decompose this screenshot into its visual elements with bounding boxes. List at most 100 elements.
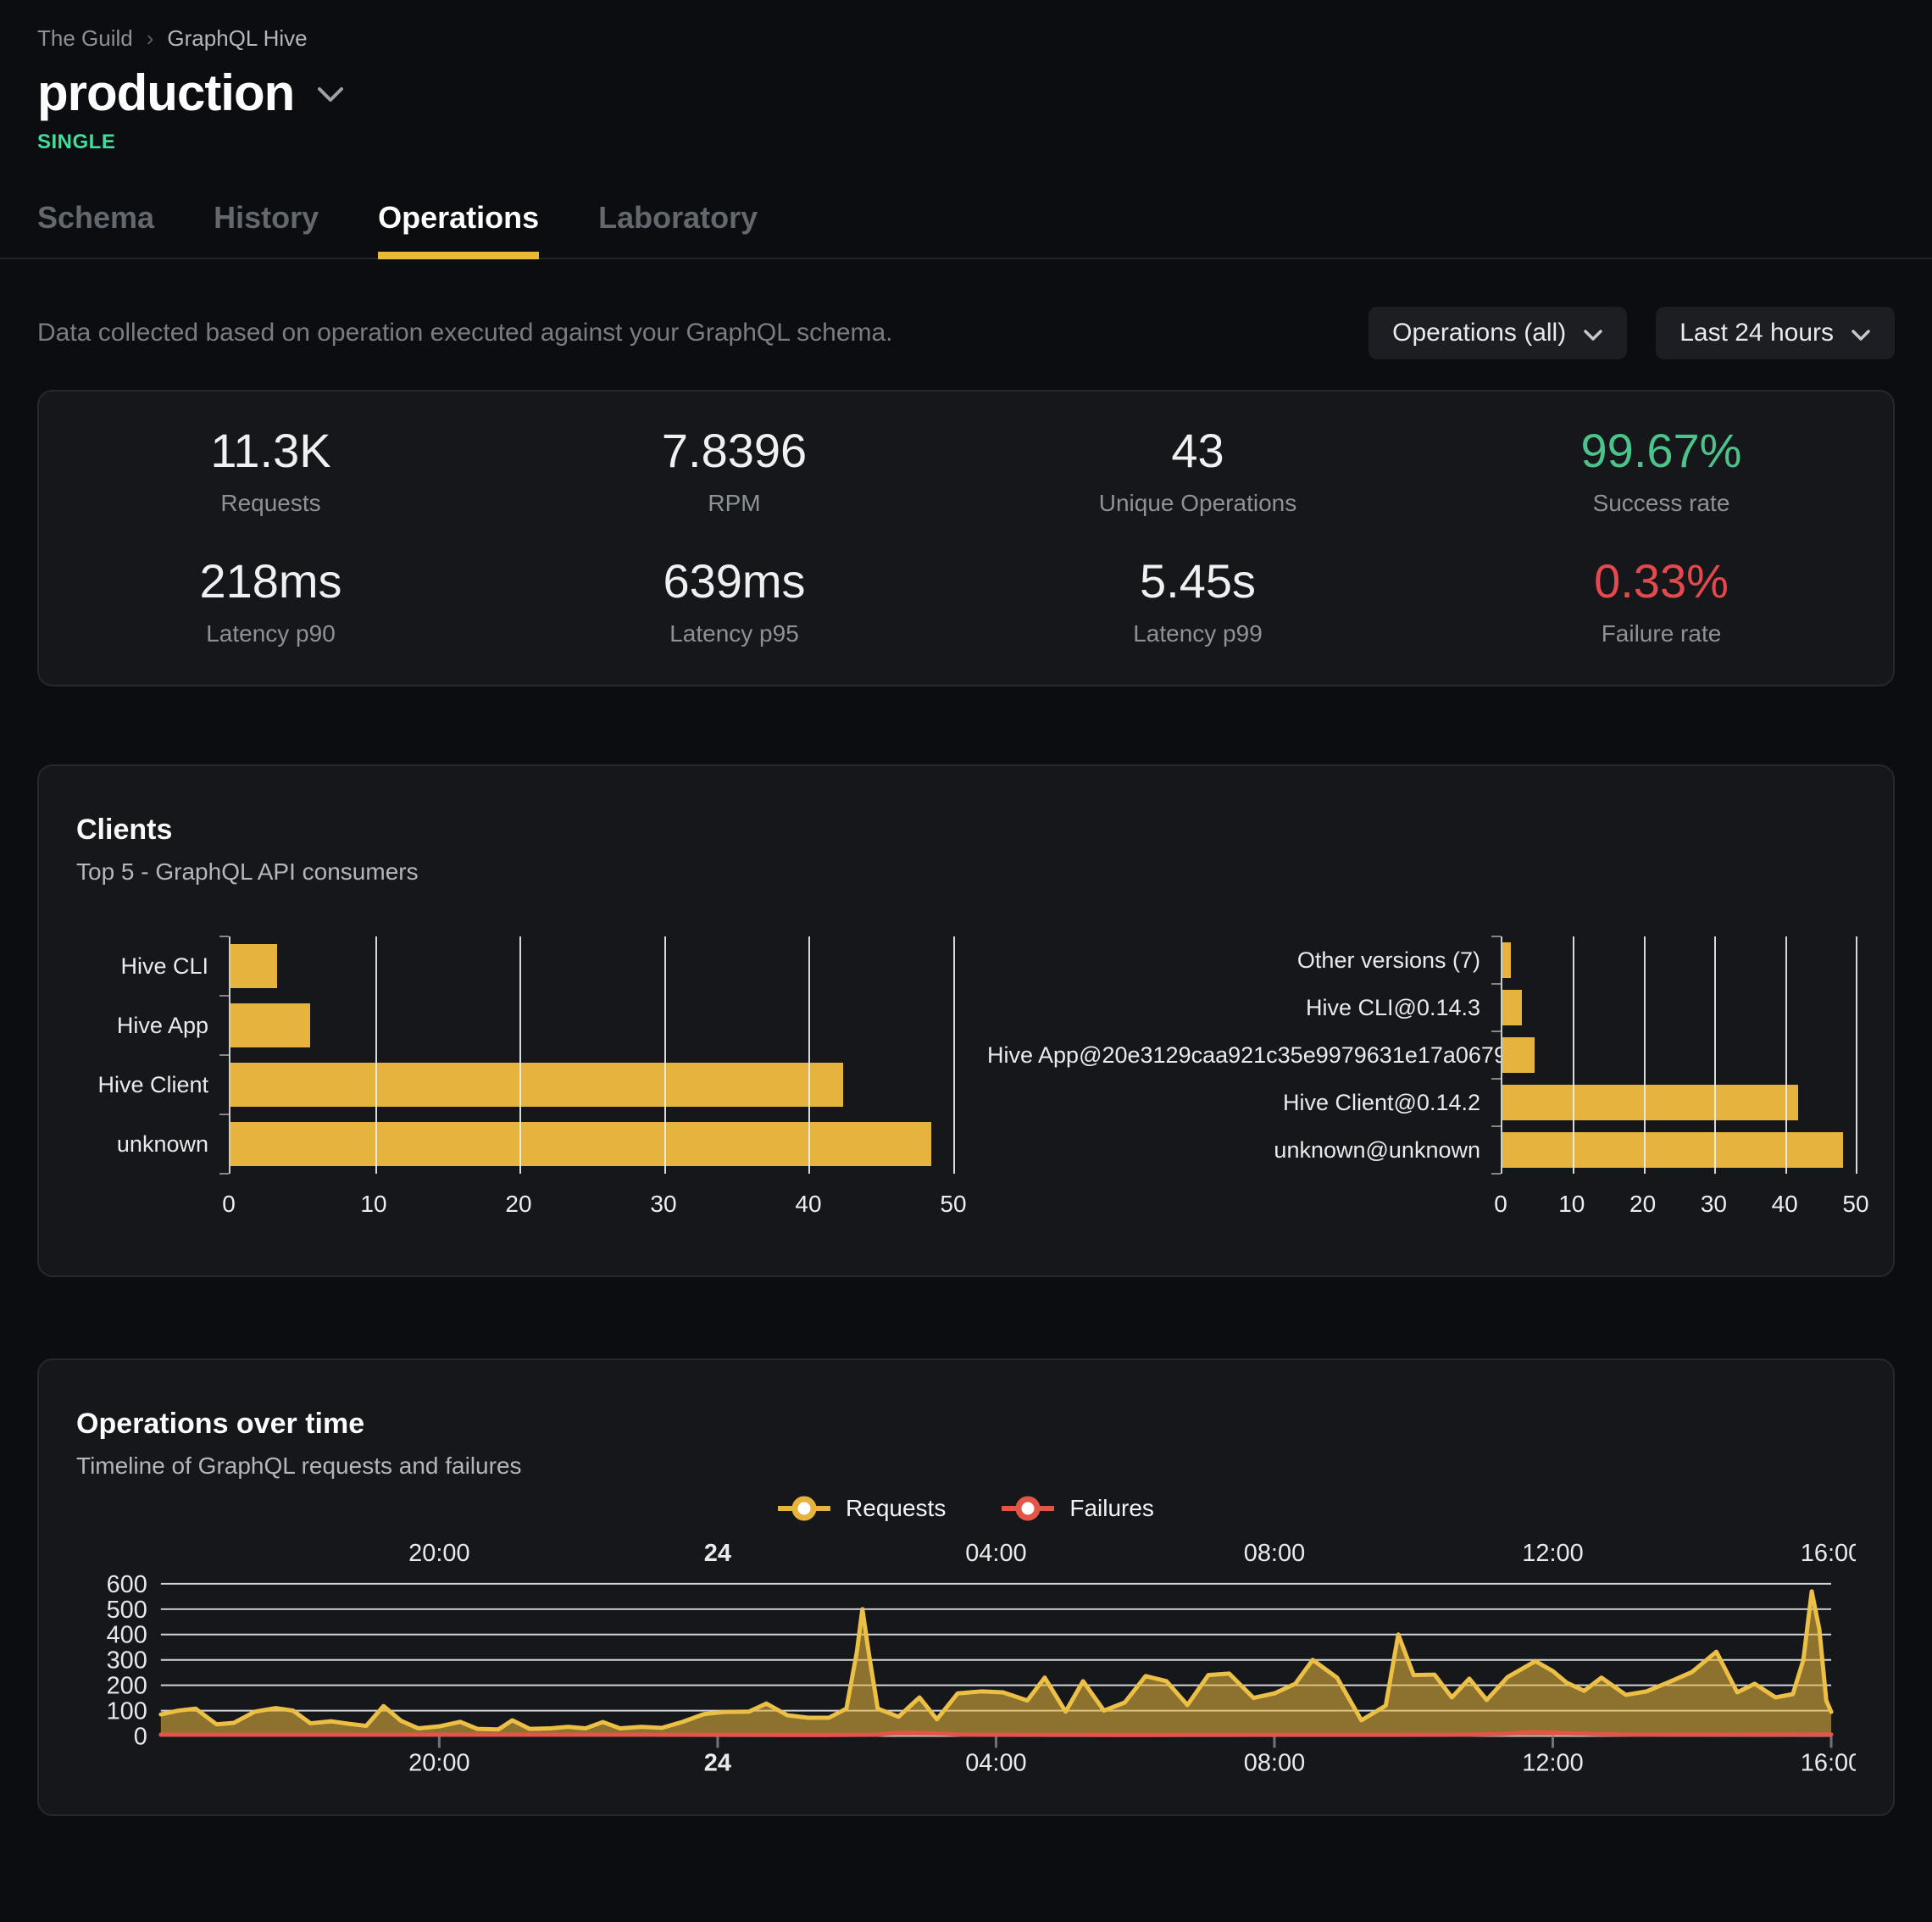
y-axis-tick-label: 100	[107, 1698, 147, 1725]
bar-plot-area: 01020304050	[1501, 936, 1856, 1223]
x-axis-tick-label-top: 24	[704, 1540, 731, 1567]
grid-line-vertical	[1856, 936, 1857, 1174]
stat-latency-p90: 218ms Latency p90	[39, 556, 502, 647]
legend-item: Requests	[778, 1495, 946, 1522]
bar-category-label: Hive App	[76, 1013, 208, 1039]
x-axis-tick-label-top: 16:00	[1801, 1540, 1856, 1567]
page-description: Data collected based on operation execut…	[37, 319, 893, 347]
bar-x-axis: 01020304050	[229, 1174, 953, 1223]
axis-tick-label: 10	[1558, 1191, 1585, 1218]
stat-latency-p95: 639ms Latency p95	[502, 556, 966, 647]
date-range-label: Last 24 hours	[1679, 319, 1834, 347]
axis-tick-label: 10	[360, 1191, 386, 1218]
stat-value: 218ms	[39, 556, 502, 607]
breadcrumb: The Guild › GraphQL Hive	[37, 25, 1895, 52]
timeline-title: Operations over time	[76, 1408, 1856, 1441]
axis-tick-mark	[219, 995, 229, 997]
x-axis-tick-label-top: 04:00	[965, 1540, 1026, 1567]
bar	[230, 944, 277, 988]
bar-category-label: Hive CLI	[76, 953, 208, 980]
client-versions-bar-chart: Other versions (7)Hive CLI@0.14.3Hive Ap…	[987, 936, 1856, 1223]
grid-line-vertical	[808, 936, 810, 1174]
x-axis-tick-label-top: 08:00	[1244, 1540, 1305, 1567]
stat-label: Requests	[39, 490, 502, 517]
bar	[230, 1063, 843, 1107]
grid-line-vertical	[664, 936, 666, 1174]
stat-latency-p99: 5.45s Latency p99	[966, 556, 1430, 647]
bar-category-label: Hive Client	[76, 1072, 208, 1098]
stat-value: 43	[966, 425, 1430, 476]
timeline-plot: 010020030040050060020:0020:00242404:0004…	[76, 1527, 1856, 1780]
target-selector[interactable]: production	[37, 64, 1895, 122]
operations-over-time-card: Operations over time Timeline of GraphQL…	[37, 1358, 1895, 1816]
stat-failure-rate: 0.33% Failure rate	[1430, 556, 1893, 647]
x-axis-tick-label-bottom: 08:00	[1244, 1749, 1305, 1776]
clients-charts: Hive CLIHive AppHive Clientunknown010203…	[76, 936, 1856, 1223]
axis-tick-mark	[219, 1054, 229, 1056]
operations-page: Data collected based on operation execut…	[37, 307, 1895, 1816]
stat-value: 639ms	[502, 556, 966, 607]
stat-success-rate: 99.67% Success rate	[1430, 425, 1893, 517]
bar	[1502, 942, 1511, 978]
clients-subtitle: Top 5 - GraphQL API consumers	[76, 858, 1856, 886]
bar	[230, 1003, 310, 1047]
grid-line-vertical	[1785, 936, 1787, 1174]
stat-label: Latency p90	[39, 620, 502, 647]
bar	[1502, 1132, 1843, 1168]
y-axis-tick-label: 500	[107, 1597, 147, 1624]
chevron-down-icon[interactable]	[316, 86, 345, 108]
bar-x-axis: 01020304050	[1501, 1174, 1856, 1223]
x-axis-tick-label-top: 12:00	[1522, 1540, 1583, 1567]
bar	[1502, 990, 1522, 1025]
tab-schema[interactable]: Schema	[37, 200, 154, 258]
tab-laboratory[interactable]: Laboratory	[598, 200, 758, 258]
grid-line-vertical	[1644, 936, 1646, 1174]
axis-tick-mark	[1491, 936, 1501, 937]
page-title: production	[37, 64, 294, 122]
axis-tick-mark	[1491, 1078, 1501, 1080]
legend-item: Failures	[1002, 1495, 1154, 1522]
series-area-requests	[161, 1591, 1831, 1736]
x-axis-tick-label-top: 20:00	[408, 1540, 469, 1567]
stat-label: Latency p99	[966, 620, 1430, 647]
breadcrumb-separator-icon: ›	[147, 25, 154, 52]
timeline-subtitle: Timeline of GraphQL requests and failure…	[76, 1453, 1856, 1480]
operations-filter-dropdown[interactable]: Operations (all)	[1368, 307, 1627, 359]
toolbar: Data collected based on operation execut…	[37, 307, 1895, 359]
stat-label: RPM	[502, 490, 966, 517]
stat-value: 0.33%	[1430, 556, 1893, 607]
bar-category-label: unknown@unknown	[987, 1137, 1480, 1164]
grid-line-vertical	[375, 936, 377, 1174]
grid-line-vertical	[953, 936, 955, 1174]
x-axis-tick-label-bottom: 16:00	[1801, 1749, 1856, 1776]
axis-tick-mark	[219, 1173, 229, 1175]
axis-tick-mark	[1491, 983, 1501, 985]
x-axis-tick-label-bottom: 04:00	[965, 1749, 1026, 1776]
y-axis-tick-label: 400	[107, 1622, 147, 1649]
x-axis-tick-label-bottom: 20:00	[408, 1749, 469, 1776]
bar-category-label: Hive App@20e3129caa921c35e9979631e17a067…	[987, 1042, 1480, 1069]
bar	[1502, 1085, 1798, 1120]
y-axis-tick-label: 300	[107, 1647, 147, 1675]
x-axis-tick-label-bottom: 12:00	[1522, 1749, 1583, 1776]
tab-operations[interactable]: Operations	[378, 200, 539, 258]
axis-tick-label: 40	[1772, 1191, 1798, 1218]
axis-tick-label: 0	[222, 1191, 236, 1218]
stat-label: Success rate	[1430, 490, 1893, 517]
axis-tick-mark	[1491, 1173, 1501, 1175]
bar-plot	[229, 936, 953, 1174]
axis-tick-mark	[219, 936, 229, 937]
legend-marker-icon	[778, 1496, 830, 1521]
breadcrumb-org[interactable]: The Guild	[37, 25, 133, 52]
breadcrumb-project[interactable]: GraphQL Hive	[167, 25, 307, 52]
axis-tick-label: 50	[940, 1191, 966, 1218]
tab-history[interactable]: History	[214, 200, 319, 258]
stats-overview-card: 11.3K Requests 7.8396 RPM 43 Unique Oper…	[37, 390, 1895, 686]
y-axis-tick-label: 200	[107, 1673, 147, 1700]
x-axis-tick-label-bottom: 24	[704, 1749, 731, 1776]
legend-marker-icon	[1002, 1496, 1054, 1521]
axis-tick-label: 30	[1701, 1191, 1727, 1218]
stat-value: 7.8396	[502, 425, 966, 476]
y-axis-tick-label: 0	[134, 1724, 147, 1751]
date-range-dropdown[interactable]: Last 24 hours	[1656, 307, 1895, 359]
